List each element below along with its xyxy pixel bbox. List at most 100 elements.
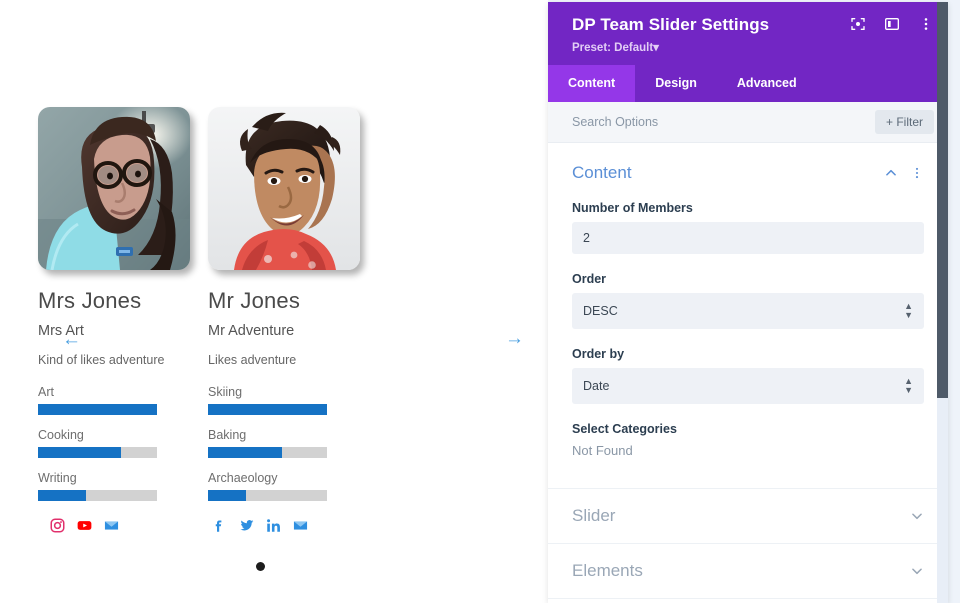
order-select[interactable]: DESC ▲▼ (572, 293, 924, 329)
chevron-down-icon: ▾ (653, 42, 659, 54)
chevron-down-icon[interactable] (910, 564, 924, 578)
field-label: Order by (572, 347, 924, 361)
settings-panel-header: DP Team Slider Settings Preset: Default▾ (548, 2, 948, 65)
member-photo-wrapper (38, 107, 190, 270)
skill-fill (38, 490, 86, 501)
section-content: Content Num (548, 143, 948, 462)
settings-panel-body: DP Team Slider Settings Preset: Default▾ (548, 2, 948, 603)
skill-track (208, 404, 327, 415)
member-social-links (212, 518, 360, 533)
number-of-members-input[interactable] (572, 222, 924, 254)
email-icon[interactable] (104, 518, 119, 533)
order-by-select[interactable]: Date ▲▼ (572, 368, 924, 404)
pagination-dot[interactable] (256, 562, 265, 571)
field-label: Select Categories (572, 422, 924, 436)
field-select-categories: Select Categories Not Found (572, 422, 924, 458)
team-slider-preview: Mrs Jones Mrs Art Kind of likes adventur… (0, 0, 548, 603)
skill-fill (38, 447, 121, 458)
skill-label: Baking (208, 428, 360, 442)
member-role: Mrs Art (38, 323, 190, 339)
section-title: Content (572, 163, 632, 183)
order-select-value: DESC (583, 304, 618, 318)
stepper-icon: ▲▼ (904, 302, 913, 320)
tab-design[interactable]: Design (635, 65, 717, 102)
slider-next-arrow[interactable]: → (505, 329, 524, 348)
section-more-options-icon[interactable] (910, 166, 924, 180)
search-options-bar: + Filter (548, 102, 948, 143)
field-order-by: Order by Date ▲▼ (572, 347, 924, 404)
instagram-icon[interactable] (50, 518, 65, 533)
skill-track (208, 447, 327, 458)
member-name: Mrs Jones (38, 288, 190, 314)
skill-item: Writing (38, 471, 190, 501)
tab-advanced[interactable]: Advanced (717, 65, 817, 102)
field-label: Number of Members (572, 201, 924, 215)
member-photo-wrapper (208, 107, 360, 270)
panel-scrollbar-thumb[interactable] (937, 2, 948, 398)
field-label: Order (572, 272, 924, 286)
tab-content[interactable]: Content (548, 65, 635, 102)
skill-fill (208, 490, 246, 501)
skill-label: Writing (38, 471, 190, 485)
chevron-down-icon[interactable] (910, 509, 924, 523)
facebook-icon[interactable] (212, 518, 227, 533)
screen-root: Mrs Jones Mrs Art Kind of likes adventur… (0, 0, 960, 603)
preset-selector[interactable]: Preset: Default▾ (572, 40, 932, 54)
section-title: Slider (572, 506, 615, 526)
settings-panel: DP Team Slider Settings Preset: Default▾ (548, 0, 960, 603)
member-photo (38, 107, 190, 270)
member-role: Mr Adventure (208, 323, 360, 339)
youtube-icon[interactable] (77, 518, 92, 533)
field-number-of-members: Number of Members (572, 201, 924, 254)
section-slider[interactable]: Slider (548, 488, 948, 543)
header-icon-group (850, 16, 934, 32)
skill-track (208, 490, 327, 501)
member-skill-list: Skiing Baking Archaeology (208, 385, 360, 501)
skill-fill (38, 404, 157, 415)
skill-label: Skiing (208, 385, 360, 399)
skill-label: Archaeology (208, 471, 360, 485)
email-icon[interactable] (293, 518, 308, 533)
search-input[interactable] (572, 115, 875, 129)
linkedin-icon[interactable] (266, 518, 281, 533)
team-member-card[interactable]: Mr Jones Mr Adventure Likes adventure Sk… (208, 107, 360, 533)
skill-track (38, 404, 157, 415)
stepper-icon: ▲▼ (904, 377, 913, 395)
skill-label: Cooking (38, 428, 190, 442)
section-spacer (548, 462, 948, 488)
skill-label: Art (38, 385, 190, 399)
skill-item: Baking (208, 428, 360, 458)
skill-track (38, 490, 157, 501)
twitter-icon[interactable] (239, 518, 254, 533)
section-header-tools (884, 166, 924, 180)
field-order: Order DESC ▲▼ (572, 272, 924, 329)
select-categories-value: Not Found (572, 443, 924, 458)
member-photo (208, 107, 360, 270)
order-by-select-value: Date (583, 379, 609, 393)
chevron-up-icon[interactable] (884, 166, 898, 180)
skill-item: Skiing (208, 385, 360, 415)
panel-scrollbar-track[interactable] (937, 2, 948, 603)
section-link[interactable]: Link (548, 598, 948, 603)
member-name: Mr Jones (208, 288, 360, 314)
member-description: Kind of likes adventure (38, 353, 190, 367)
team-member-list: Mrs Jones Mrs Art Kind of likes adventur… (38, 107, 360, 533)
skill-item: Cooking (38, 428, 190, 458)
focus-target-icon[interactable] (850, 16, 866, 32)
settings-scroll-area: Content Num (548, 143, 948, 603)
section-title: Elements (572, 561, 643, 581)
skill-fill (208, 404, 327, 415)
section-content-header[interactable]: Content (572, 163, 924, 183)
slider-prev-arrow[interactable]: ← (62, 330, 81, 349)
skill-item: Archaeology (208, 471, 360, 501)
member-skill-list: Art Cooking Writing (38, 385, 190, 501)
split-view-icon[interactable] (884, 16, 900, 32)
member-description: Likes adventure (208, 353, 360, 367)
skill-item: Art (38, 385, 190, 415)
preset-label: Preset: Default (572, 42, 653, 54)
team-member-card[interactable]: Mrs Jones Mrs Art Kind of likes adventur… (38, 107, 190, 533)
member-social-links (50, 518, 190, 533)
filter-button[interactable]: + Filter (875, 110, 934, 134)
section-elements[interactable]: Elements (548, 543, 948, 598)
more-options-icon[interactable] (918, 16, 934, 32)
